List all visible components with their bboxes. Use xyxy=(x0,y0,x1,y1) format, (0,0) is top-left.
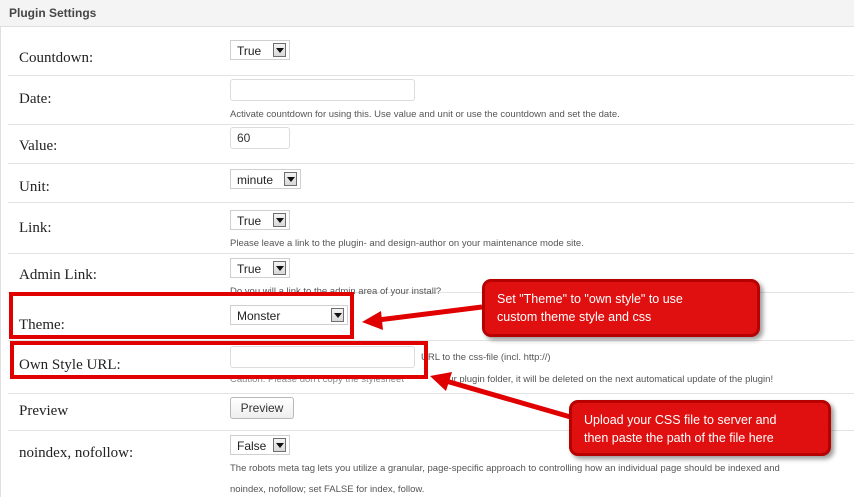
panel-title: Plugin Settings xyxy=(9,6,97,20)
upload-callout-line1: Upload your CSS file to server and xyxy=(584,413,777,427)
value-label: Value: xyxy=(19,138,58,154)
noindex-hint-line2: noindex, nofollow; set FALSE for index, … xyxy=(230,484,425,495)
unit-label: Unit: xyxy=(19,179,50,195)
preview-button[interactable]: Preview xyxy=(230,397,294,419)
link-hint: Please leave a link to the plugin- and d… xyxy=(230,238,584,249)
unit-value: minute xyxy=(237,173,274,187)
theme-highlight-box xyxy=(9,292,354,339)
panel-header: Plugin Settings xyxy=(0,0,854,27)
row-divider xyxy=(8,124,854,125)
link-value: True xyxy=(237,214,262,228)
admin-link-select[interactable]: True xyxy=(230,258,290,278)
value-input[interactable]: 60 xyxy=(230,127,290,149)
row-divider xyxy=(8,163,854,164)
date-input[interactable] xyxy=(230,79,415,101)
upload-callout: Upload your CSS file to server and then … xyxy=(569,400,831,456)
unit-select[interactable]: minute xyxy=(230,169,301,189)
chevron-down-icon[interactable] xyxy=(284,172,297,186)
date-label: Date: xyxy=(19,91,52,107)
noindex-select[interactable]: False xyxy=(230,435,290,455)
theme-callout-line1: Set "Theme" to "own style" to use xyxy=(497,292,683,306)
countdown-select[interactable]: True xyxy=(230,40,290,60)
own-style-url-caution-end: our plugin folder, it will be deleted on… xyxy=(443,374,774,385)
row-divider xyxy=(8,393,854,394)
admin-link-label: Admin Link: xyxy=(19,267,97,283)
noindex-hint-line1: The robots meta tag lets you utilize a g… xyxy=(230,463,780,474)
link-label: Link: xyxy=(19,220,52,236)
chevron-down-icon[interactable] xyxy=(273,438,286,452)
countdown-value: True xyxy=(237,44,262,58)
date-hint: Activate countdown for using this. Use v… xyxy=(230,109,620,120)
theme-callout: Set "Theme" to "own style" to use custom… xyxy=(482,279,760,337)
admin-link-value: True xyxy=(237,262,262,276)
chevron-down-icon[interactable] xyxy=(273,43,286,57)
link-select[interactable]: True xyxy=(230,210,290,230)
own-style-url-hint: URL to the css-file (incl. http://) xyxy=(421,352,551,363)
row-divider xyxy=(8,75,854,76)
panel-left-border xyxy=(0,26,1,497)
countdown-label: Countdown: xyxy=(19,50,94,66)
noindex-value: False xyxy=(237,439,267,453)
noindex-label: noindex, nofollow: xyxy=(19,445,134,461)
row-divider xyxy=(8,253,854,254)
own-style-url-highlight-box xyxy=(10,341,428,379)
arrow-to-theme xyxy=(362,304,483,330)
theme-callout-line2: custom theme style and css xyxy=(497,310,652,324)
upload-callout-line2: then paste the path of the file here xyxy=(584,431,774,445)
preview-label: Preview xyxy=(19,403,69,419)
chevron-down-icon[interactable] xyxy=(273,261,286,275)
row-divider xyxy=(8,202,854,203)
chevron-down-icon[interactable] xyxy=(273,213,286,227)
